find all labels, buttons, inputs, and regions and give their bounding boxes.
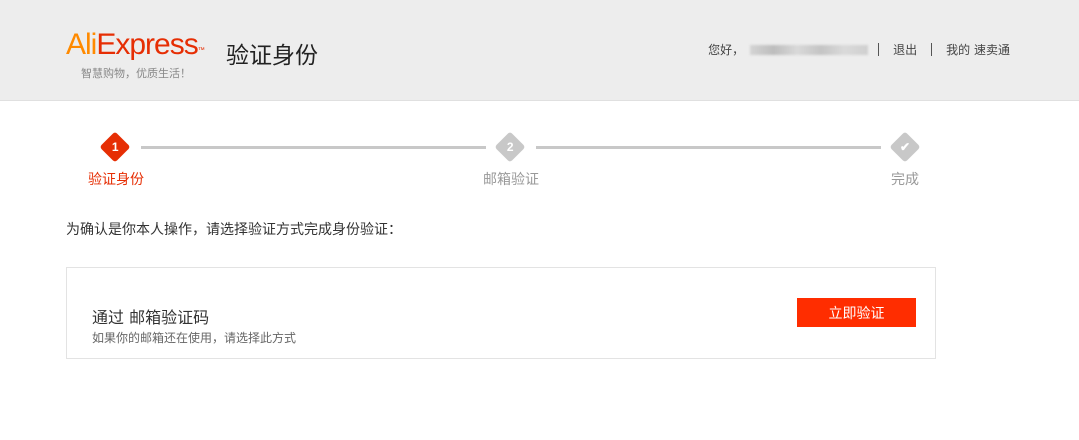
greeting-text: 您好，	[708, 43, 745, 57]
checkmark-icon: ✔	[889, 131, 921, 163]
intro-text: 为确认是你本人操作，请选择验证方式完成身份验证：	[66, 222, 402, 238]
logo-ali-text: Ali	[66, 28, 97, 61]
step-1-label: 验证身份	[88, 172, 144, 188]
method-title: 通过 邮箱验证码	[92, 308, 210, 327]
page-title: 验证身份	[226, 43, 318, 69]
my-aliexpress-link[interactable]: 我的 速卖通	[946, 41, 1010, 58]
step-connector	[141, 146, 486, 149]
slogan: 智慧购物，优质生活！	[81, 67, 191, 80]
aliexpress-logo[interactable]: AliExpress™	[66, 28, 205, 62]
top-header: AliExpress™ 智慧购物，优质生活！ 验证身份 您好， 退出 我的 速卖…	[0, 0, 1079, 101]
logo-express-text: Express	[96, 28, 198, 61]
step-connector	[536, 146, 881, 149]
step-2-label: 邮箱验证	[483, 172, 539, 188]
step-2-icon: 2	[494, 131, 526, 163]
divider	[878, 43, 880, 56]
user-area: 您好， 退出 我的 速卖通	[708, 41, 1010, 58]
divider	[931, 43, 933, 56]
username-redacted	[750, 44, 869, 55]
verification-method-card: 通过 邮箱验证码 如果你的邮箱还在使用，请选择此方式 立即验证	[66, 267, 936, 359]
verify-now-button[interactable]: 立即验证	[797, 298, 916, 327]
logo-tm: ™	[197, 47, 205, 54]
logout-link[interactable]: 退出	[893, 41, 917, 58]
step-1-icon: 1	[99, 131, 131, 163]
step-3-label: 完成	[891, 172, 919, 188]
method-description: 如果你的邮箱还在使用，请选择此方式	[92, 331, 297, 345]
progress-steps: 1 验证身份 2 邮箱验证 ✔ 完成	[0, 130, 1079, 190]
